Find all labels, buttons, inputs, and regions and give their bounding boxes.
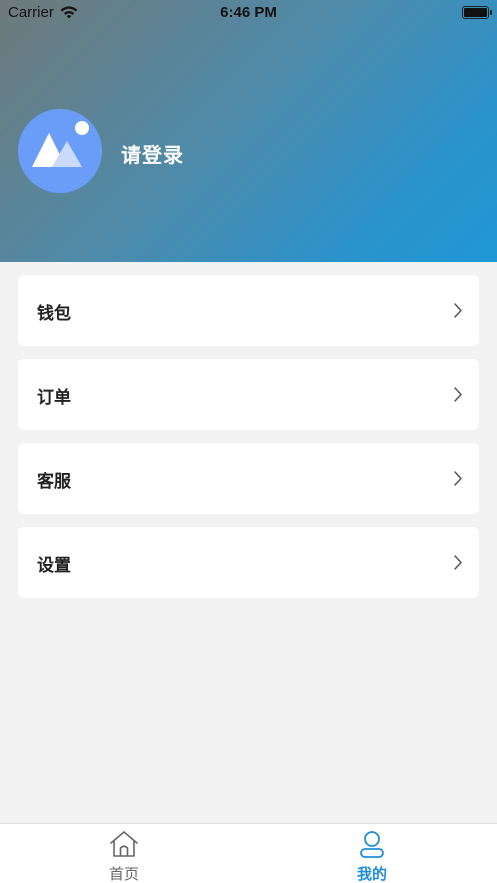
chevron-right-icon — [454, 387, 462, 402]
menu-item-orders[interactable]: 订单 — [18, 359, 479, 430]
tab-home-label: 首页 — [108, 865, 139, 883]
user-icon — [360, 831, 384, 858]
tab-mine[interactable]: 我的 — [248, 824, 496, 883]
avatar[interactable] — [18, 109, 102, 193]
menu-item-support[interactable]: 客服 — [18, 443, 479, 514]
battery-icon — [462, 6, 492, 19]
chevron-right-icon — [454, 555, 462, 570]
menu-item-settings[interactable]: 设置 — [18, 527, 479, 598]
menu-item-wallet[interactable]: 钱包 — [18, 275, 479, 346]
menu-item-label: 设置 — [37, 556, 71, 576]
clock: 6:46 PM — [220, 4, 277, 21]
chevron-right-icon — [454, 471, 462, 486]
menu-list: 钱包 订单 客服 设置 — [18, 275, 479, 611]
tab-bar: 首页 我的 — [0, 823, 497, 883]
chevron-right-icon — [454, 303, 462, 318]
profile-header: Carrier 6:46 PM 请登录 — [0, 0, 497, 262]
tab-mine-label: 我的 — [356, 865, 387, 883]
login-prompt[interactable]: 请登录 — [121, 139, 184, 168]
menu-item-label: 客服 — [37, 472, 71, 492]
tab-home[interactable]: 首页 — [0, 824, 248, 883]
home-icon — [110, 831, 138, 857]
menu-item-label: 钱包 — [37, 304, 71, 324]
image-placeholder-icon — [32, 121, 89, 167]
status-bar: Carrier 6:46 PM — [0, 0, 497, 26]
menu-item-label: 订单 — [37, 388, 71, 408]
